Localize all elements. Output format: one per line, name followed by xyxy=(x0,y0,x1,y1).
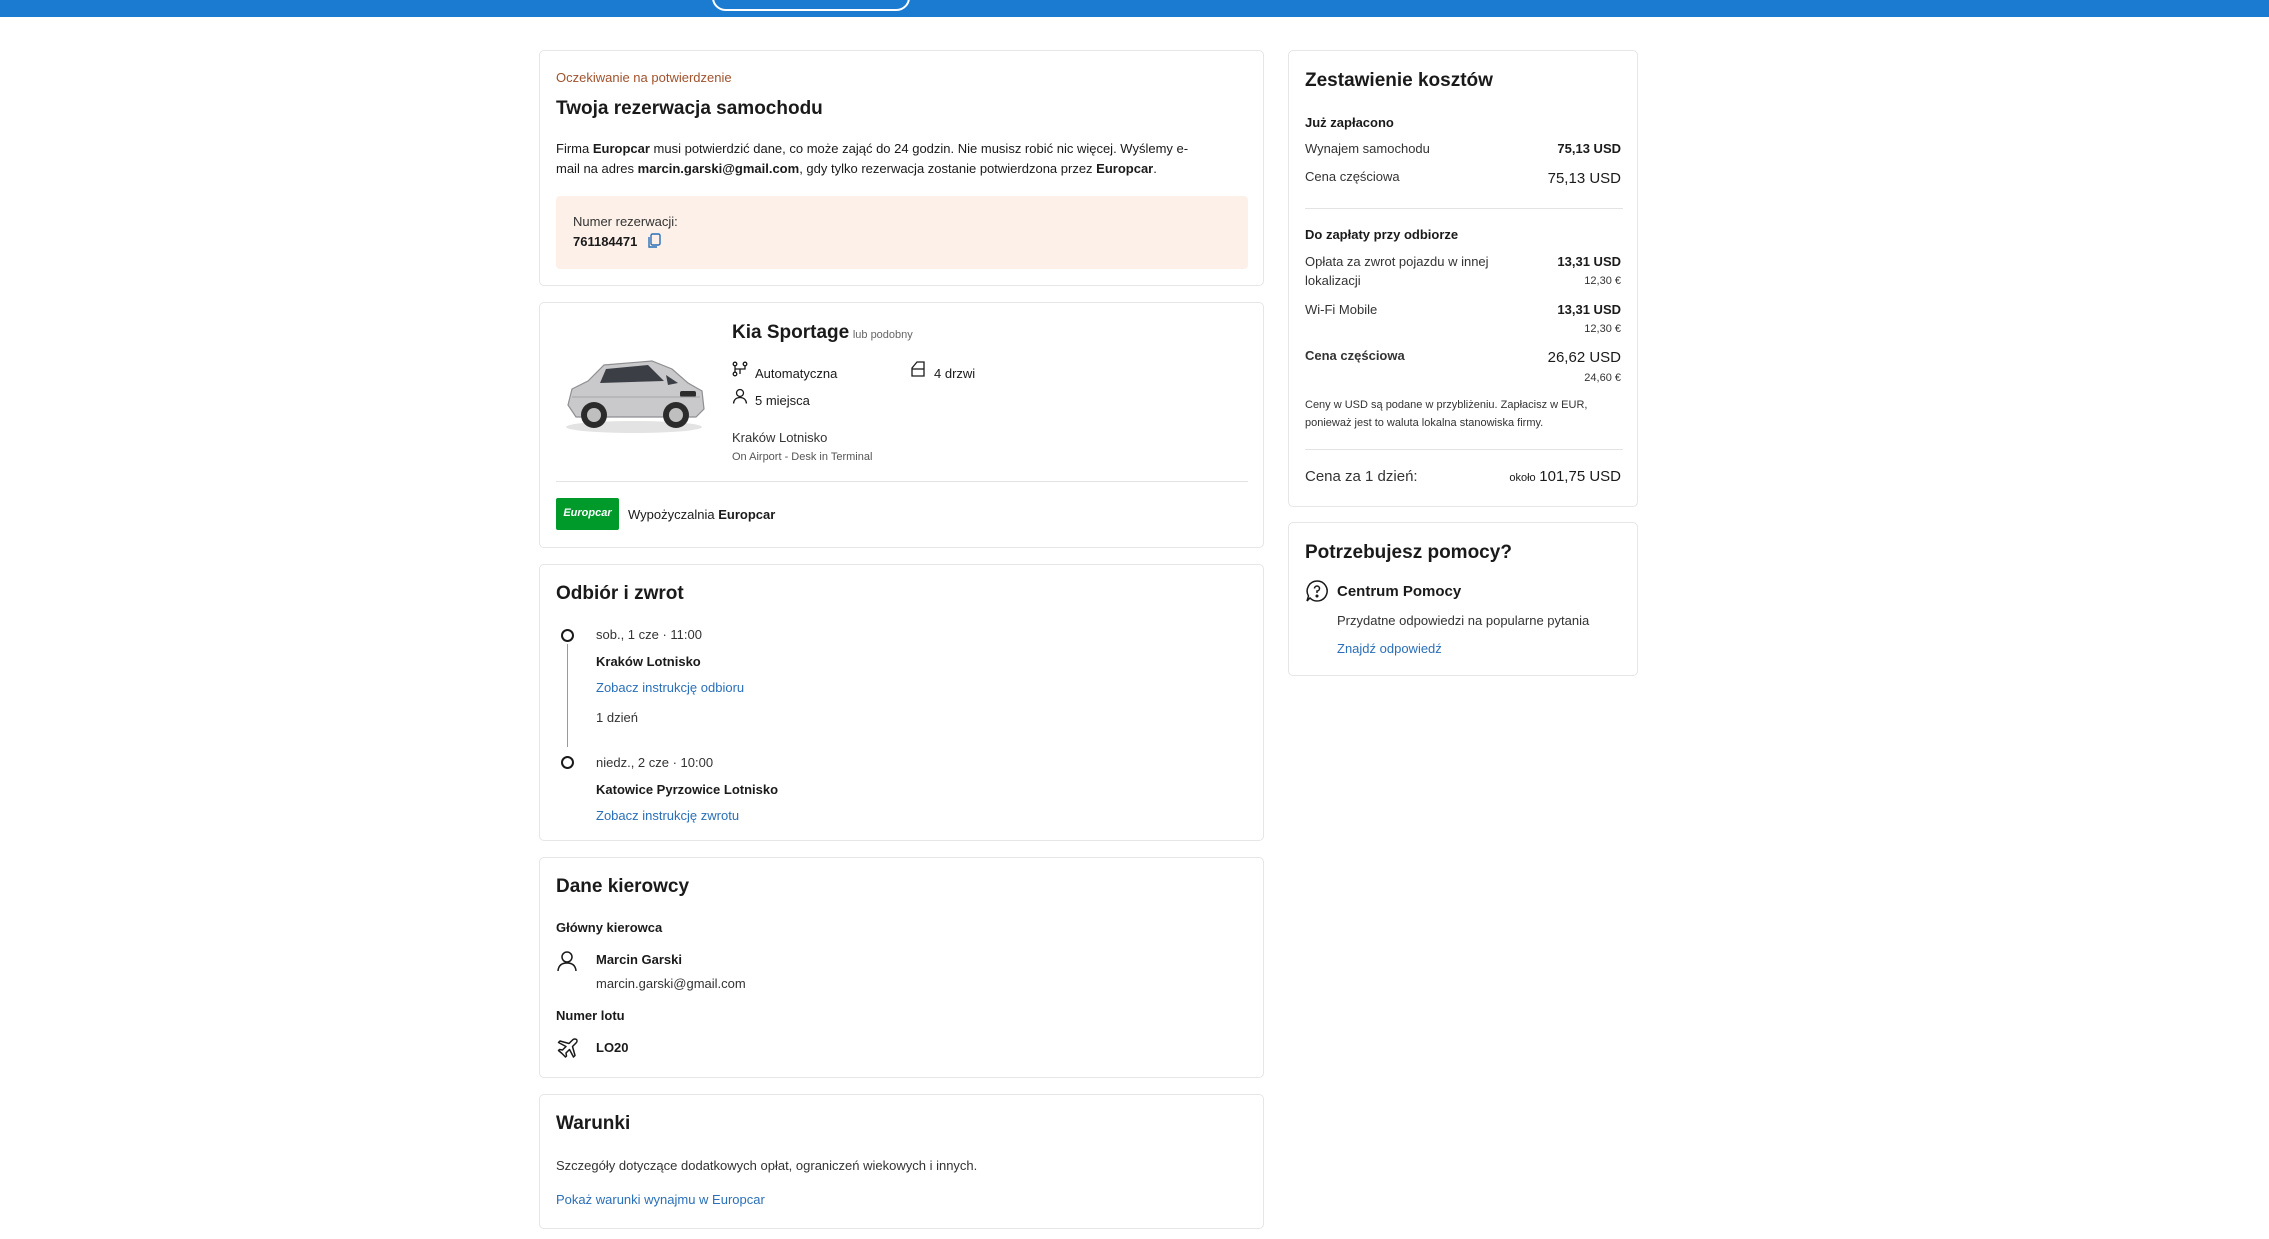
per-day-value: 101,75 USD xyxy=(1539,468,1621,485)
airplane-icon xyxy=(556,1036,580,1060)
wifi-value: 13,31 USD xyxy=(1557,302,1621,317)
per-day-approx: około xyxy=(1509,472,1536,484)
one-way-fee-eur: 12,30 € xyxy=(1584,275,1621,287)
pickup-return-title: Odbiór i zwrot xyxy=(556,583,684,604)
top-nav-pill-button[interactable] xyxy=(712,0,910,11)
car-image xyxy=(560,347,708,437)
reservation-number-box: Numer rezerwacji: 761184471 xyxy=(556,196,1248,269)
divider xyxy=(1305,449,1623,450)
cost-summary-card: Zestawienie kosztów Już zapłacono Wynaje… xyxy=(1288,50,1638,507)
car-card: Kia Sportage lub podobny Automatyczna 4 … xyxy=(539,302,1264,548)
wifi-label: Wi-Fi Mobile xyxy=(1305,302,1378,317)
driver-card: Dane kierowcy Główny kierowca Marcin Gar… xyxy=(539,857,1264,1078)
message-text: Firma xyxy=(556,141,593,156)
confirmation-message-line-1: Firma Europcar musi potwierdzić dane, co… xyxy=(556,141,1188,156)
car-location-detail: On Airport - Desk in Terminal xyxy=(732,451,873,463)
car-location: Kraków Lotnisko xyxy=(732,430,828,445)
terms-description: Szczegóły dotyczące dodatkowych opłat, o… xyxy=(556,1158,978,1173)
copy-icon[interactable] xyxy=(647,233,661,249)
currency-note-2: ponieważ jest to waluta lokalna stanowis… xyxy=(1305,417,1544,429)
confirmation-card: Oczekiwanie na potwierdzenie Twoja rezer… xyxy=(539,50,1264,286)
driver-name: Marcin Garski xyxy=(596,952,682,967)
help-title: Potrzebujesz pomocy? xyxy=(1305,542,1512,563)
help-center-label: Centrum Pomocy xyxy=(1337,583,1462,600)
supplier-prefix: Wypożyczalnia xyxy=(628,507,719,522)
per-day-price: około 101,75 USD xyxy=(1509,468,1621,485)
car-rental-value: 75,13 USD xyxy=(1557,141,1621,156)
cost-summary-title: Zestawienie kosztów xyxy=(1305,70,1493,91)
pickup-return-card: Odbiór i zwrot sob., 1 cze · 11:00 Krakó… xyxy=(539,564,1264,841)
partial-price-2-label: Cena częściowa xyxy=(1305,348,1405,363)
divider xyxy=(1305,208,1623,209)
terms-card: Warunki Szczegóły dotyczące dodatkowych … xyxy=(539,1094,1264,1229)
partial-price-2-value: 26,62 USD xyxy=(1547,349,1621,366)
company-name: Europcar xyxy=(1096,161,1154,176)
car-rental-label: Wynajem samochodu xyxy=(1305,141,1430,156)
message-text: mail na adres xyxy=(556,161,638,176)
main-driver-label: Główny kierowca xyxy=(556,920,663,935)
flight-number: LO20 xyxy=(596,1040,629,1055)
reservation-number: 761184471 xyxy=(573,234,638,249)
europcar-logo: Europcar xyxy=(556,498,619,530)
help-center-description: Przydatne odpowiedzi na popularne pytani… xyxy=(1337,613,1590,628)
car-name: Kia Sportage xyxy=(732,322,850,343)
car-name-row: Kia Sportage lub podobny xyxy=(732,322,913,344)
pickup-dot xyxy=(561,629,574,642)
pickup-datetime: sob., 1 cze · 11:00 xyxy=(596,627,702,642)
paid-section-label: Już zapłacono xyxy=(1305,115,1394,130)
return-dot xyxy=(561,756,574,769)
message-text: . xyxy=(1153,161,1157,176)
return-instructions-link[interactable]: Zobacz instrukcję zwrotu xyxy=(596,808,739,823)
supplier-row: Wypożyczalnia Europcar xyxy=(628,507,775,522)
one-way-fee-value: 13,31 USD xyxy=(1557,254,1621,269)
find-answer-link[interactable]: Znajdź odpowiedź xyxy=(1337,641,1442,656)
confirmation-message-line-2: mail na adres marcin.garski@gmail.com, g… xyxy=(556,161,1157,176)
due-at-pickup-label: Do zapłaty przy odbiorze xyxy=(1305,227,1459,242)
rental-duration: 1 dzień xyxy=(596,710,638,725)
per-day-label: Cena za 1 dzień: xyxy=(1305,468,1418,485)
seats-label: 5 miejsca xyxy=(755,393,810,408)
partial-price-2-eur: 24,60 € xyxy=(1584,372,1621,384)
divider xyxy=(556,481,1248,482)
one-way-fee-label-2: lokalizacji xyxy=(1305,273,1361,288)
message-text: , gdy tylko rezerwacja zostanie potwierd… xyxy=(799,161,1097,176)
terms-title: Warunki xyxy=(556,1113,631,1134)
car-similar-label: lub podobny xyxy=(852,329,913,341)
partial-price-value: 75,13 USD xyxy=(1547,170,1621,187)
one-way-fee-label-1: Opłata za zwrot pojazdu w innej xyxy=(1305,254,1489,269)
return-location: Katowice Pyrzowice Lotnisko xyxy=(596,782,779,797)
reservation-number-label: Numer rezerwacji: xyxy=(573,214,678,229)
flight-number-label: Numer lotu xyxy=(556,1008,625,1023)
timeline-line xyxy=(567,644,568,747)
driver-title: Dane kierowcy xyxy=(556,876,690,897)
confirmation-email: marcin.garski@gmail.com xyxy=(637,161,800,176)
pickup-instructions-link[interactable]: Zobacz instrukcję odbioru xyxy=(596,680,744,695)
person-icon xyxy=(732,388,748,404)
top-navigation-bar xyxy=(0,0,2269,17)
help-card: Potrzebujesz pomocy? Centrum Pomocy Przy… xyxy=(1288,522,1638,676)
return-datetime: niedz., 2 cze · 10:00 xyxy=(596,755,714,770)
wifi-eur: 12,30 € xyxy=(1584,323,1621,335)
company-name: Europcar xyxy=(592,141,650,156)
rental-terms-link[interactable]: Pokaż warunki wynajmu w Europcar xyxy=(556,1192,765,1207)
help-question-icon xyxy=(1305,579,1329,603)
door-icon xyxy=(911,361,925,377)
confirmation-title: Twoja rezerwacja samochodu xyxy=(556,98,823,119)
transmission-label: Automatyczna xyxy=(755,366,838,381)
transmission-icon xyxy=(732,361,748,377)
message-text: musi potwierdzić dane, co może zająć do … xyxy=(649,141,1189,156)
currency-note-1: Ceny w USD są podane w przybliżeniu. Zap… xyxy=(1305,399,1588,411)
doors-label: 4 drzwi xyxy=(934,366,976,381)
person-icon xyxy=(556,950,578,972)
europcar-logo-text: Europcar xyxy=(563,507,612,519)
partial-price-label: Cena częściowa xyxy=(1305,169,1400,184)
confirmation-status: Oczekiwanie na potwierdzenie xyxy=(556,70,732,85)
pickup-location: Kraków Lotnisko xyxy=(596,654,701,669)
supplier-name: Europcar xyxy=(718,507,776,522)
driver-email: marcin.garski@gmail.com xyxy=(596,976,746,991)
